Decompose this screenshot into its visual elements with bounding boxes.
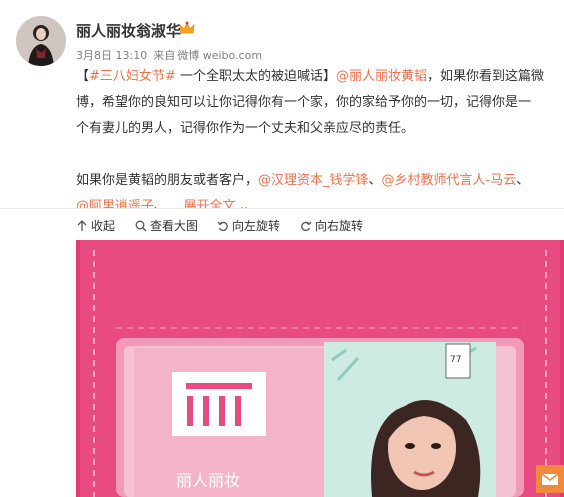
- post-photo[interactable]: 丽人丽妆 77: [76, 240, 564, 497]
- post-line4-text: 如果你是黄韬的朋友或者客户，: [76, 173, 259, 188]
- bracket: 【: [76, 69, 90, 84]
- post-line-1: 【#三八妇女节# 一个全职太太的被迫喊话】@丽人丽妆黄韬，如果你看到这篇微: [76, 64, 564, 90]
- tag-number: 77: [450, 355, 461, 365]
- mail-icon: [541, 473, 559, 485]
- rotate-left-button[interactable]: 向左旋转: [217, 217, 280, 234]
- zoom-icon: [135, 220, 147, 232]
- rotate-left-icon: [217, 221, 228, 231]
- post-text: 【#三八妇女节# 一个全职太太的被迫喊话】@丽人丽妆黄韬，如果你看到这篇微 博，…: [76, 64, 564, 220]
- mention-link[interactable]: @丽人丽妆黄韬: [336, 69, 427, 84]
- source-prefix: 来自: [153, 49, 176, 62]
- hashtag-link[interactable]: #三八妇女节#: [89, 69, 176, 84]
- separator: 、: [516, 173, 530, 188]
- collapse-arrow-icon: [77, 219, 87, 231]
- rotate-right-button[interactable]: 向右旋转: [300, 217, 363, 234]
- post-line-2: 博，希望你的良知可以让你记得你有一个家，你的家给予你的一切，记得你是一: [76, 95, 532, 110]
- post-line-4: 如果你是黄韬的朋友或者客户，@汉理资本_钱学锋、@乡村教师代言人-马云、: [76, 168, 564, 194]
- vip-crown-icon[interactable]: [178, 20, 196, 36]
- username[interactable]: 丽人丽妆翁淑华: [76, 20, 181, 41]
- mention-link[interactable]: @乡村教师代言人-马云: [382, 173, 517, 188]
- rotate-right-icon: [301, 221, 312, 231]
- post-title: 一个全职太太的被迫喊话】: [175, 69, 336, 84]
- collapse-button[interactable]: 收起: [76, 217, 115, 234]
- collapse-label: 收起: [91, 219, 116, 233]
- separator: 、: [368, 173, 382, 188]
- rotate-right-label: 向右旋转: [315, 219, 364, 233]
- view-large-label: 查看大图: [150, 219, 199, 233]
- post-meta: 3月8日 13:10 来自 微博 weibo.com: [76, 47, 268, 63]
- image-toolbar: 收起 查看大图 向左旋转 向右旋转: [0, 208, 564, 241]
- post-source[interactable]: 微博 weibo.com: [177, 49, 262, 62]
- rotate-left-label: 向左旋转: [232, 219, 281, 233]
- mention-link[interactable]: @汉理资本_钱学锋: [258, 173, 369, 188]
- post-line1-tail: ，如果你看到这篇微: [426, 69, 544, 84]
- message-button[interactable]: [536, 465, 564, 493]
- avatar[interactable]: [16, 16, 66, 66]
- post-line-3: 个有妻儿的男人，记得你作为一个丈夫和父亲应尽的责任。: [76, 121, 415, 136]
- view-large-button[interactable]: 查看大图: [135, 217, 198, 234]
- post-date[interactable]: 3月8日 13:10: [76, 49, 147, 62]
- card-brand-text: 丽人丽妆: [176, 471, 240, 490]
